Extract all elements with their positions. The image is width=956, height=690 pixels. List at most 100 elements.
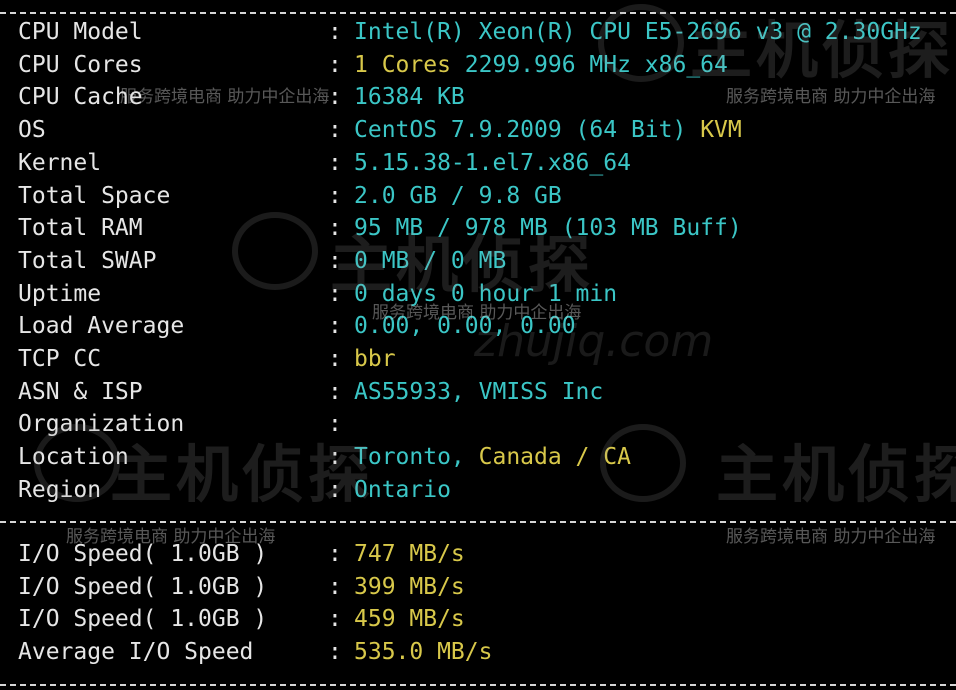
info-value-part: 399 MB/s bbox=[354, 573, 465, 600]
info-label: CPU Cache bbox=[18, 84, 143, 111]
info-row: Load Average:0.00, 0.00, 0.00 bbox=[0, 310, 956, 343]
info-value: 2.0 GB / 9.8 GB bbox=[354, 180, 562, 213]
info-row: I/O Speed( 1.0GB ):747 MB/s bbox=[0, 538, 956, 571]
info-row: Location: Toronto, Canada / CA bbox=[0, 441, 956, 474]
info-value-part: 95 MB / 978 MB (103 MB Buff) bbox=[354, 215, 742, 242]
info-separator: : bbox=[328, 541, 342, 567]
info-value: 747 MB/s bbox=[354, 538, 465, 571]
info-separator: : bbox=[328, 280, 342, 307]
info-value: 1 Cores 2299.996 MHz x86_64 bbox=[354, 49, 728, 82]
info-value-part: 2299.996 MHz x86_64 bbox=[464, 51, 728, 78]
info-value-part: 2.0 GB / 9.8 GB bbox=[354, 182, 562, 209]
info-separator: : bbox=[328, 117, 342, 144]
info-label: I/O Speed( 1.0GB ) bbox=[18, 606, 268, 633]
info-row: ASN & ISP: AS55933, VMISS Inc bbox=[0, 376, 956, 409]
top-divider bbox=[0, 12, 956, 14]
info-label: Region bbox=[18, 476, 102, 503]
info-value-part: KVM bbox=[700, 117, 742, 144]
info-value: Ontario bbox=[354, 474, 451, 507]
info-value: 0 days 0 hour 1 min bbox=[354, 278, 617, 311]
info-row: I/O Speed( 1.0GB ):399 MB/s bbox=[0, 571, 956, 604]
info-value-part: 0.00, 0.00, 0.00 bbox=[354, 313, 576, 340]
info-value-part: 535.0 MB/s bbox=[354, 639, 493, 666]
info-label: Total SWAP bbox=[18, 247, 157, 274]
info-label: Kernel bbox=[18, 149, 102, 176]
info-value: bbr bbox=[354, 343, 396, 376]
info-value-part: 0 MB / 0 MB bbox=[354, 247, 507, 274]
info-value-part: Toronto, bbox=[354, 444, 479, 471]
info-label: I/O Speed( 1.0GB ) bbox=[18, 541, 268, 567]
info-label: Average I/O Speed bbox=[18, 639, 254, 666]
info-value: Toronto, Canada / CA bbox=[354, 441, 631, 474]
info-row: CPU Cores:1 Cores 2299.996 MHz x86_64 bbox=[0, 49, 956, 82]
info-label: Total RAM bbox=[18, 215, 143, 242]
info-value-part: 1 Cores bbox=[354, 51, 465, 78]
info-separator: : bbox=[328, 149, 342, 176]
info-row: Total SWAP:0 MB / 0 MB bbox=[0, 245, 956, 278]
info-separator: : bbox=[328, 247, 342, 274]
info-row: Total Space:2.0 GB / 9.8 GB bbox=[0, 180, 956, 213]
info-separator: : bbox=[328, 346, 342, 372]
info-separator: : bbox=[328, 476, 342, 503]
info-separator: : bbox=[328, 573, 342, 600]
info-separator: : bbox=[328, 313, 342, 340]
info-value: AS55933, VMISS Inc bbox=[354, 376, 603, 409]
info-value-part: CentOS 7.9.2009 (64 Bit) bbox=[354, 117, 701, 144]
info-row: Kernel:5.15.38-1.el7.x86_64 bbox=[0, 147, 956, 180]
info-value: 0 MB / 0 MB bbox=[354, 245, 506, 278]
info-value-part: 5.15.38-1.el7.x86_64 bbox=[354, 149, 631, 176]
info-label: ASN & ISP bbox=[18, 378, 143, 405]
info-value: 459 MB/s bbox=[354, 603, 465, 636]
info-row: TCP CC: bbr bbox=[0, 343, 956, 376]
info-separator: : bbox=[328, 19, 342, 45]
info-value-part: 747 MB/s bbox=[354, 541, 465, 567]
info-separator: : bbox=[328, 51, 342, 78]
info-separator: : bbox=[328, 411, 342, 438]
info-label: OS bbox=[18, 117, 46, 144]
info-value-part: Canada / CA bbox=[478, 444, 631, 471]
info-row: Total RAM:95 MB / 978 MB (103 MB Buff) bbox=[0, 212, 956, 245]
info-value-part: bbr bbox=[354, 346, 396, 372]
info-value-part: Ontario bbox=[354, 476, 451, 503]
middle-divider bbox=[0, 521, 956, 523]
info-separator: : bbox=[328, 444, 342, 471]
info-row: CPU Cache:16384 KB bbox=[0, 81, 956, 114]
info-separator: : bbox=[328, 639, 342, 666]
info-row: Region: Ontario bbox=[0, 474, 956, 507]
info-value: 399 MB/s bbox=[354, 571, 465, 604]
info-row: Uptime:0 days 0 hour 1 min bbox=[0, 278, 956, 311]
info-value: Intel(R) Xeon(R) CPU E5-2696 v3 @ 2.30GH… bbox=[354, 16, 922, 49]
info-value-part: 0 days 0 hour 1 min bbox=[354, 280, 618, 307]
info-value: 535.0 MB/s bbox=[354, 636, 492, 669]
info-label: I/O Speed( 1.0GB ) bbox=[18, 573, 268, 600]
bottom-divider bbox=[0, 684, 956, 686]
info-separator: : bbox=[328, 215, 342, 242]
info-row: Average I/O Speed:535.0 MB/s bbox=[0, 636, 956, 669]
info-row: Organization: bbox=[0, 408, 956, 441]
info-label: CPU Cores bbox=[18, 51, 143, 78]
info-label: Total Space bbox=[18, 182, 171, 209]
info-value-part: AS55933, VMISS Inc bbox=[354, 378, 604, 405]
info-separator: : bbox=[328, 84, 342, 111]
info-row: I/O Speed( 1.0GB ):459 MB/s bbox=[0, 603, 956, 636]
info-value-part: 16384 KB bbox=[354, 84, 465, 111]
info-label: Location bbox=[18, 444, 129, 471]
info-label: CPU Model bbox=[18, 19, 143, 45]
info-value-part: 459 MB/s bbox=[354, 606, 465, 633]
info-label: Load Average bbox=[18, 313, 185, 340]
info-value-part: Intel(R) Xeon(R) CPU E5-2696 v3 @ 2.30GH… bbox=[354, 19, 922, 45]
info-row: CPU Model: Intel(R) Xeon(R) CPU E5-2696 v… bbox=[0, 16, 956, 49]
info-separator: : bbox=[328, 378, 342, 405]
info-value: 0.00, 0.00, 0.00 bbox=[354, 310, 576, 343]
info-label: TCP CC bbox=[18, 346, 102, 372]
info-separator: : bbox=[328, 606, 342, 633]
info-value: 5.15.38-1.el7.x86_64 bbox=[354, 147, 631, 180]
terminal-window[interactable]: CPU Model: Intel(R) Xeon(R) CPU E5-2696 v… bbox=[0, 0, 956, 690]
info-label: Organization bbox=[18, 411, 185, 438]
info-separator: : bbox=[328, 182, 342, 209]
info-value: 95 MB / 978 MB (103 MB Buff) bbox=[354, 212, 742, 245]
info-value: 16384 KB bbox=[354, 81, 465, 114]
info-label: Uptime bbox=[18, 280, 102, 307]
info-row: OS: CentOS 7.9.2009 (64 Bit) KVM bbox=[0, 114, 956, 147]
info-value: CentOS 7.9.2009 (64 Bit) KVM bbox=[354, 114, 742, 147]
